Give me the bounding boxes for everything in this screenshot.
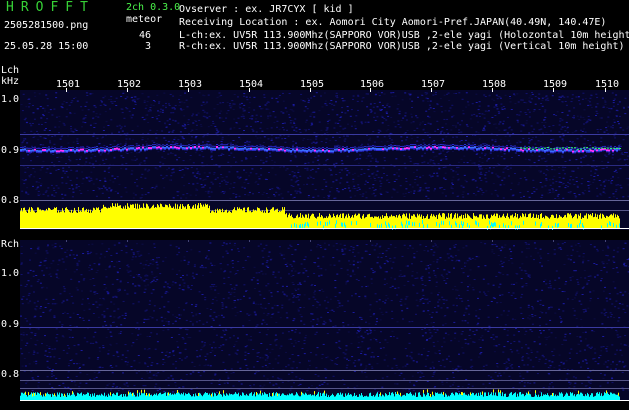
x-tick-mark <box>188 240 189 242</box>
lch-baseline <box>20 228 629 229</box>
x-tick-mark <box>605 240 606 242</box>
x-tick-mark <box>370 240 371 242</box>
x-tick-mark <box>188 88 189 92</box>
x-tick-mark <box>605 88 606 92</box>
ref-line <box>20 388 629 389</box>
x-tick-mark <box>127 88 128 92</box>
x-tick-mark <box>249 240 250 242</box>
spectrogram <box>20 88 629 401</box>
x-tick-mark <box>127 240 128 242</box>
x-tick-mark <box>310 240 311 242</box>
x-tick-mark <box>431 88 432 92</box>
x-tick-mark <box>66 88 67 92</box>
x-tick-mark <box>370 88 371 92</box>
ref-line <box>20 200 629 201</box>
ref-line <box>20 370 629 371</box>
rch-panel-bg <box>20 240 629 400</box>
rch-baseline <box>20 400 629 401</box>
x-tick-mark <box>553 240 554 242</box>
x-tick-mark <box>492 240 493 242</box>
x-tick-mark <box>431 240 432 242</box>
ref-line <box>20 380 629 381</box>
x-tick-mark <box>492 88 493 92</box>
ref-line <box>20 165 629 166</box>
ref-line <box>20 134 629 135</box>
x-tick-mark <box>66 240 67 242</box>
x-tick-mark <box>310 88 311 92</box>
x-tick-mark <box>249 88 250 92</box>
ref-line <box>20 327 629 328</box>
x-tick-mark <box>553 88 554 92</box>
